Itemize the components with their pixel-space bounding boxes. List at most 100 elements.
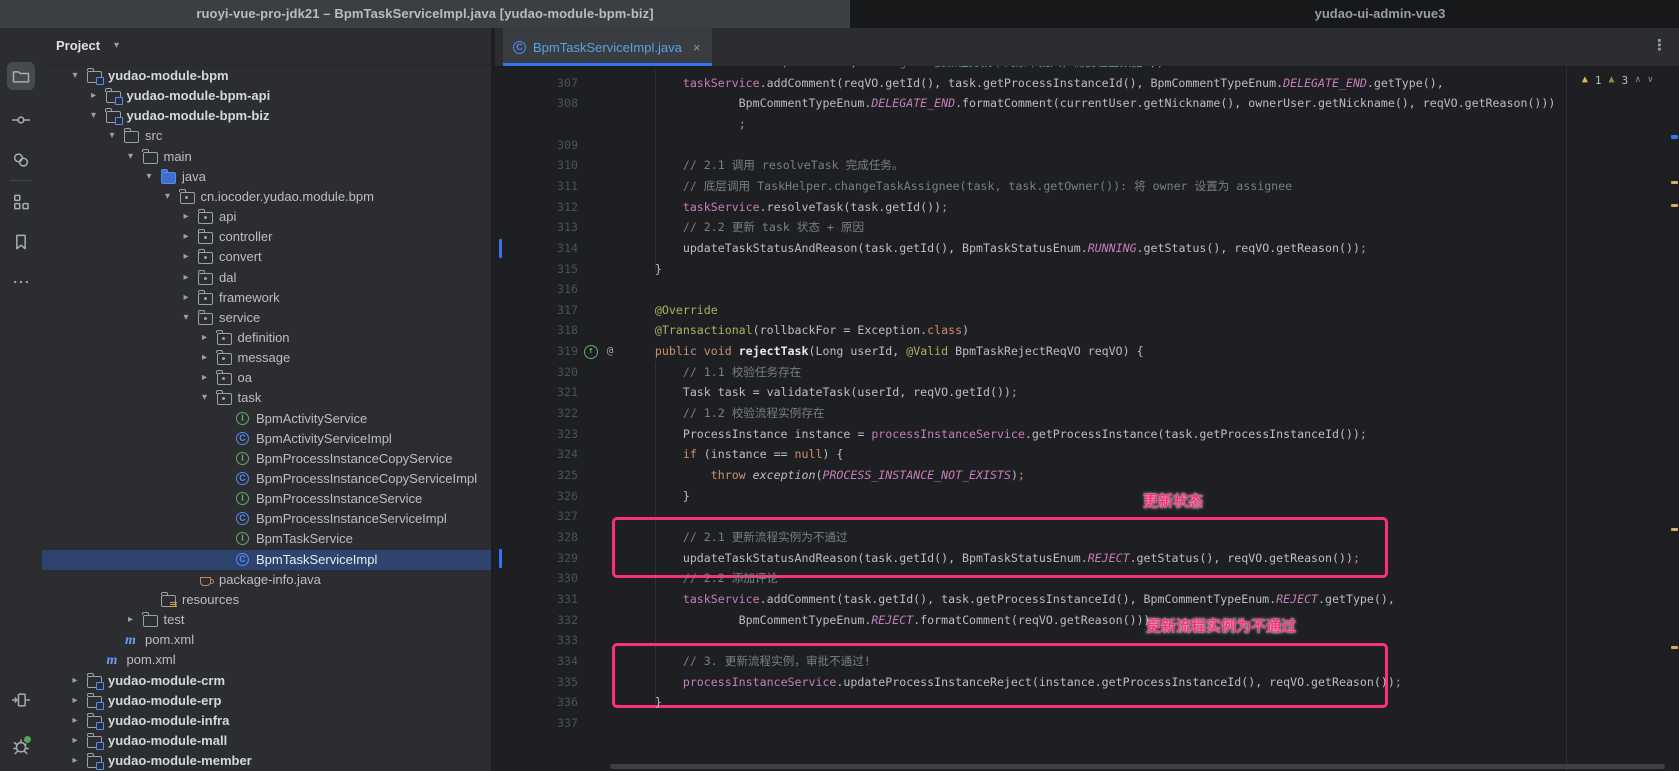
tree-item-bpmtaskserviceimpl[interactable]: CBpmTaskServiceImpl	[42, 550, 491, 570]
line-number[interactable]: 328	[495, 527, 578, 548]
code-line-333[interactable]: 333	[495, 630, 1679, 651]
line-number[interactable]: 330	[495, 568, 578, 589]
chevron-expanded-icon[interactable]: ▾	[198, 388, 212, 408]
line-number[interactable]: 331	[495, 589, 578, 610]
code-line-wrap[interactable]: ;	[495, 114, 1679, 135]
code-line-326[interactable]: 326 }	[495, 486, 1679, 507]
tree-item-bpmactivityservice[interactable]: IBpmActivityService	[42, 409, 491, 429]
horizontal-scrollbar[interactable]	[610, 764, 1665, 769]
project-icon[interactable]	[7, 62, 35, 90]
code-line-336[interactable]: 336 }	[495, 692, 1679, 713]
line-number[interactable]: 335	[495, 672, 578, 693]
line-number[interactable]: 323	[495, 424, 578, 445]
tree-item-resources[interactable]: resources	[42, 590, 491, 610]
line-number[interactable]: 332	[495, 610, 578, 631]
tree-item-framework[interactable]: ▸framework	[42, 288, 491, 308]
code-line-330[interactable]: 330 // 2.2 添加评论	[495, 568, 1679, 589]
tree-item-task[interactable]: ▾task	[42, 388, 491, 408]
chevron-collapsed-icon[interactable]: ▸	[68, 751, 82, 771]
chevron-collapsed-icon[interactable]: ▸	[68, 711, 82, 731]
code-line-323[interactable]: 323 ProcessInstance instance = processIn…	[495, 424, 1679, 445]
chevron-expanded-icon[interactable]: ▾	[105, 126, 119, 146]
tree-item-dal[interactable]: ▸dal	[42, 268, 491, 288]
line-number[interactable]: 336	[495, 692, 578, 713]
chevron-expanded-icon[interactable]: ▾	[161, 187, 175, 207]
tree-item-bpmactivityserviceimpl[interactable]: CBpmActivityServiceImpl	[42, 429, 491, 449]
line-number[interactable]: 311	[495, 176, 578, 197]
structure-icon[interactable]	[7, 188, 35, 216]
line-number[interactable]: 337	[495, 713, 578, 734]
line-number[interactable]: 325	[495, 465, 578, 486]
code-line-316[interactable]: 316	[495, 279, 1679, 300]
code-line-329[interactable]: 329 updateTaskStatusAndReason(task.getId…	[495, 548, 1679, 569]
code-line-321[interactable]: 321 Task task = validateTask(userId, req…	[495, 382, 1679, 403]
chevron-collapsed-icon[interactable]: ▸	[179, 227, 193, 247]
line-number[interactable]: 334	[495, 651, 578, 672]
code-line-331[interactable]: 331 taskService.addComment(task.getId(),…	[495, 589, 1679, 610]
line-number[interactable]: 307	[495, 73, 578, 94]
chevron-expanded-icon[interactable]: ▾	[142, 167, 156, 187]
tree-item-yudao-module-erp[interactable]: ▸yudao-module-erp	[42, 691, 491, 711]
code-line-334[interactable]: 334 // 3. 更新流程实例，审批不通过!	[495, 651, 1679, 672]
line-number[interactable]: 309	[495, 135, 578, 156]
chevron-collapsed-icon[interactable]: ▸	[179, 268, 193, 288]
chevron-collapsed-icon[interactable]: ▸	[198, 368, 212, 388]
tree-item-yudao-module-crm[interactable]: ▸yudao-module-crm	[42, 671, 491, 691]
tree-item-message[interactable]: ▸message	[42, 348, 491, 368]
line-number[interactable]: 322	[495, 403, 578, 424]
chevron-collapsed-icon[interactable]: ▸	[87, 86, 101, 106]
line-number[interactable]: 310	[495, 155, 578, 176]
tree-item-api[interactable]: ▸api	[42, 207, 491, 227]
code-line-311[interactable]: 311 // 底层调用 TaskHelper.changeTaskAssigne…	[495, 176, 1679, 197]
code-line-314[interactable]: 314 updateTaskStatusAndReason(task.getId…	[495, 238, 1679, 259]
code-line-332[interactable]: 332 BpmCommentTypeEnum.REJECT.formatComm…	[495, 610, 1679, 631]
code-line-328[interactable]: 328 // 2.1 更新流程实例为不通过	[495, 527, 1679, 548]
line-number[interactable]: 320	[495, 362, 578, 383]
tab-options-icon[interactable]: ⋮	[1652, 36, 1667, 54]
line-number[interactable]: 315	[495, 259, 578, 280]
tree-item-bpmprocessinstanceservice[interactable]: IBpmProcessInstanceService	[42, 489, 491, 509]
tree-item-definition[interactable]: ▸definition	[42, 328, 491, 348]
tree-item-yudao-module-infra[interactable]: ▸yudao-module-infra	[42, 711, 491, 731]
tree-item-yudao-module-member[interactable]: ▸yudao-module-member	[42, 751, 491, 771]
code-line-327[interactable]: 327	[495, 506, 1679, 527]
code-line-324[interactable]: 324 if (instance == null) {	[495, 444, 1679, 465]
tree-item-yudao-module-mall[interactable]: ▸yudao-module-mall	[42, 731, 491, 751]
line-number[interactable]: 312	[495, 197, 578, 218]
line-number[interactable]: 321	[495, 382, 578, 403]
bookmarks-icon[interactable]	[7, 228, 35, 256]
line-number[interactable]: 326	[495, 486, 578, 507]
line-number[interactable]: 317	[495, 300, 578, 321]
tree-item-bpmtaskservice[interactable]: IBpmTaskService	[42, 529, 491, 549]
code-line-319[interactable]: 319 public void rejectTask(Long userId, …	[495, 341, 1679, 362]
code-line-310[interactable]: 310 // 2.1 调用 resolveTask 完成任务。	[495, 155, 1679, 176]
chevron-collapsed-icon[interactable]: ▸	[68, 691, 82, 711]
code-line-325[interactable]: 325 throw exception(PROCESS_INSTANCE_NOT…	[495, 465, 1679, 486]
tree-item-service[interactable]: ▾service	[42, 308, 491, 328]
debug-icon[interactable]	[7, 732, 35, 760]
tab-bpmtaskserviceimpl[interactable]: C BpmTaskServiceImpl.java ×	[503, 28, 712, 66]
code-line-309[interactable]: 309	[495, 135, 1679, 156]
title-bar[interactable]: ruoyi-vue-pro-jdk21 – BpmTaskServiceImpl…	[0, 0, 850, 28]
tree-item-bpmprocessinstancecopyservice[interactable]: IBpmProcessInstanceCopyService	[42, 449, 491, 469]
code-line-308[interactable]: 308 BpmCommentTypeEnum.DELEGATE_END.form…	[495, 93, 1679, 114]
line-number[interactable]: 319	[495, 341, 578, 362]
tree-item-pom-xml[interactable]: mpom.xml	[42, 650, 491, 670]
chevron-expanded-icon[interactable]: ▾	[68, 66, 82, 86]
close-icon[interactable]: ×	[693, 40, 701, 55]
code-line-315[interactable]: 315 }	[495, 259, 1679, 280]
line-number[interactable]: 314	[495, 238, 578, 259]
line-number[interactable]: 327	[495, 506, 578, 527]
chevron-expanded-icon[interactable]: ▾	[124, 147, 138, 167]
chevron-collapsed-icon[interactable]: ▸	[179, 207, 193, 227]
chevron-collapsed-icon[interactable]: ▸	[124, 610, 138, 630]
chevron-collapsed-icon[interactable]: ▸	[179, 288, 193, 308]
chevron-down-icon[interactable]: ▾	[114, 28, 119, 64]
chevron-collapsed-icon[interactable]: ▸	[179, 247, 193, 267]
tree-item-yudao-module-bpm[interactable]: ▾yudao-module-bpm	[42, 66, 491, 86]
tree-item-yudao-module-bpm-api[interactable]: ▸yudao-module-bpm-api	[42, 86, 491, 106]
tree-item-java[interactable]: ▾java	[42, 167, 491, 187]
chevron-expanded-icon[interactable]: ▾	[87, 106, 101, 126]
chevron-collapsed-icon[interactable]: ▸	[198, 328, 212, 348]
code-line-320[interactable]: 320 // 1.1 校验任务存在	[495, 362, 1679, 383]
